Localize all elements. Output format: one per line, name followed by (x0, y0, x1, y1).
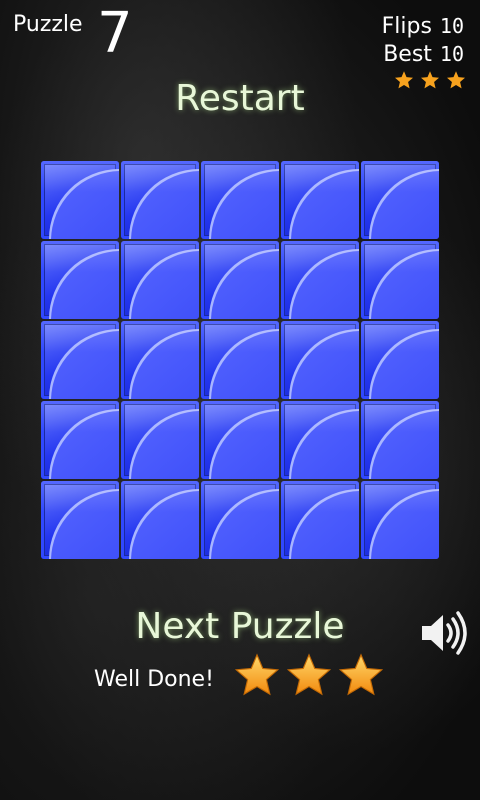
board-tile[interactable] (281, 481, 359, 559)
star-icon (234, 653, 280, 696)
board-tile[interactable] (201, 321, 279, 399)
result-star-rating (234, 652, 384, 698)
board-tile[interactable] (201, 481, 279, 559)
star-icon (338, 653, 384, 696)
puzzle-number: 7 (97, 1, 133, 66)
board-tile[interactable] (121, 401, 199, 479)
board-tile[interactable] (41, 161, 119, 239)
result-message: Well Done! (94, 667, 214, 692)
board-tile[interactable] (281, 241, 359, 319)
board-tile[interactable] (361, 161, 439, 239)
board-tile[interactable] (361, 401, 439, 479)
board-tile[interactable] (281, 401, 359, 479)
board-tile[interactable] (41, 401, 119, 479)
best-label: Best (383, 42, 432, 67)
puzzle-board (40, 160, 440, 560)
board-tile[interactable] (201, 161, 279, 239)
flips-counter: Flips 10 (382, 14, 464, 39)
board-tile[interactable] (281, 161, 359, 239)
best-counter: Best 10 (383, 42, 464, 67)
board-tile[interactable] (201, 401, 279, 479)
board-tile[interactable] (361, 481, 439, 559)
best-value: 10 (439, 42, 464, 66)
board-tile[interactable] (121, 161, 199, 239)
board-tile[interactable] (361, 241, 439, 319)
flips-label: Flips (381, 14, 432, 39)
board-tile[interactable] (41, 481, 119, 559)
board-tile[interactable] (41, 321, 119, 399)
restart-button[interactable]: Restart (0, 78, 480, 119)
board-tile[interactable] (361, 321, 439, 399)
board-tile[interactable] (201, 241, 279, 319)
board-tile[interactable] (121, 321, 199, 399)
board-tile[interactable] (121, 481, 199, 559)
board-tile[interactable] (121, 241, 199, 319)
speaker-icon[interactable] (418, 608, 468, 658)
next-puzzle-button[interactable]: Next Puzzle (0, 606, 480, 647)
board-tile[interactable] (281, 321, 359, 399)
star-icon (286, 653, 332, 696)
flips-value: 10 (439, 14, 464, 38)
board-tile[interactable] (41, 241, 119, 319)
puzzle-label: Puzzle (13, 12, 83, 37)
